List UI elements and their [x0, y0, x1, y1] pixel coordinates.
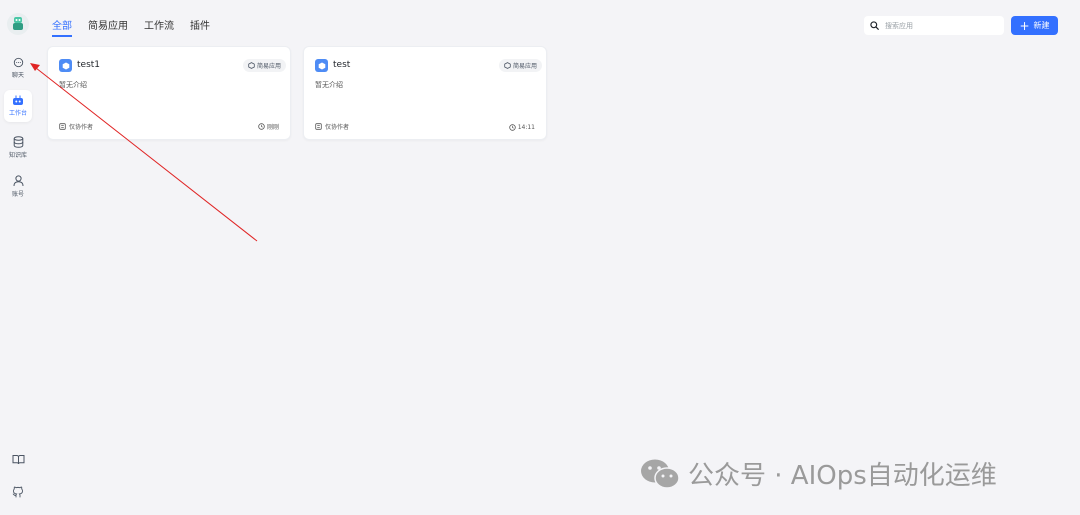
- sidebar: 聊天 工作台 知识库 账号: [0, 0, 36, 515]
- search-box: [864, 16, 1004, 35]
- app-updated-time: 刚刚: [258, 122, 279, 131]
- sidebar-item-label: 聊天: [11, 72, 24, 79]
- permission-icon: [315, 123, 322, 130]
- plus-icon: +: [1019, 18, 1030, 33]
- app-permission-label: 仅协作者: [69, 124, 94, 131]
- app-type-label: 简易应用: [256, 63, 281, 70]
- new-app-button[interactable]: + 新建: [1011, 16, 1058, 35]
- github-button[interactable]: [10, 484, 26, 500]
- search-input[interactable]: [885, 21, 995, 30]
- tab-workflow[interactable]: 工作流: [144, 17, 174, 37]
- tab-all[interactable]: 全部: [52, 17, 72, 37]
- tab-plugin[interactable]: 插件: [190, 17, 210, 37]
- sidebar-item-label: 工作台: [8, 110, 27, 117]
- sidebar-item-account[interactable]: 账号: [4, 172, 32, 200]
- docs-button[interactable]: [10, 451, 26, 467]
- app-logo[interactable]: [7, 13, 29, 35]
- category-tabs: 全部 简易应用 工作流 插件: [52, 17, 226, 37]
- app-permission: 仅协作者: [59, 122, 93, 131]
- app-time-label: 刚刚: [266, 124, 279, 131]
- robot-icon: [13, 95, 23, 105]
- app-card-test1[interactable]: test1 简易应用 暂无介绍 仅协作者 刚刚: [47, 46, 291, 140]
- book-icon: [12, 454, 24, 464]
- app-description: 暂无介绍: [315, 81, 343, 89]
- app-permission: 仅协作者: [315, 122, 349, 131]
- app-type-label: 简易应用: [512, 63, 537, 70]
- wechat-icon: [641, 459, 680, 489]
- search-icon: [870, 21, 879, 30]
- app-avatar-icon: [315, 59, 328, 72]
- app-name: test1: [77, 60, 101, 70]
- app-card-test[interactable]: test 简易应用 暂无介绍 仅协作者 14:11: [303, 46, 547, 140]
- clock-icon: [258, 123, 265, 130]
- chat-bubble-icon: [13, 57, 23, 68]
- tab-simple-app[interactable]: 简易应用: [88, 17, 128, 37]
- sidebar-item-knowledge[interactable]: 知识库: [4, 133, 32, 161]
- app-type-badge: 简易应用: [498, 59, 542, 72]
- clock-icon: [509, 124, 516, 131]
- cube-outline-icon: [248, 62, 255, 69]
- github-icon: [12, 486, 23, 498]
- cube-icon: [318, 62, 325, 69]
- cube-outline-icon: [504, 62, 511, 69]
- watermark: 公众号 · AIOps自动化运维: [640, 455, 997, 492]
- app-permission-label: 仅协作者: [325, 124, 350, 131]
- app-description: 暂无介绍: [59, 81, 87, 89]
- robot-logo-icon: [13, 17, 23, 30]
- database-icon: [13, 135, 23, 148]
- permission-icon: [59, 123, 66, 130]
- user-icon: [13, 174, 23, 186]
- app-avatar-icon: [59, 59, 72, 72]
- sidebar-item-label: 知识库: [8, 151, 27, 159]
- app-updated-time: 14:11: [509, 124, 535, 131]
- new-button-label: 新建: [1033, 21, 1050, 30]
- cube-icon: [62, 62, 69, 69]
- sidebar-item-workbench[interactable]: 工作台: [4, 90, 32, 122]
- sidebar-item-chat[interactable]: 聊天: [4, 54, 32, 82]
- app-name: test: [333, 60, 351, 70]
- sidebar-item-label: 账号: [11, 190, 24, 198]
- watermark-text: 公众号 · AIOps自动化运维: [688, 461, 997, 491]
- app-time-label: 14:11: [517, 124, 535, 131]
- app-type-badge: 简易应用: [242, 59, 286, 72]
